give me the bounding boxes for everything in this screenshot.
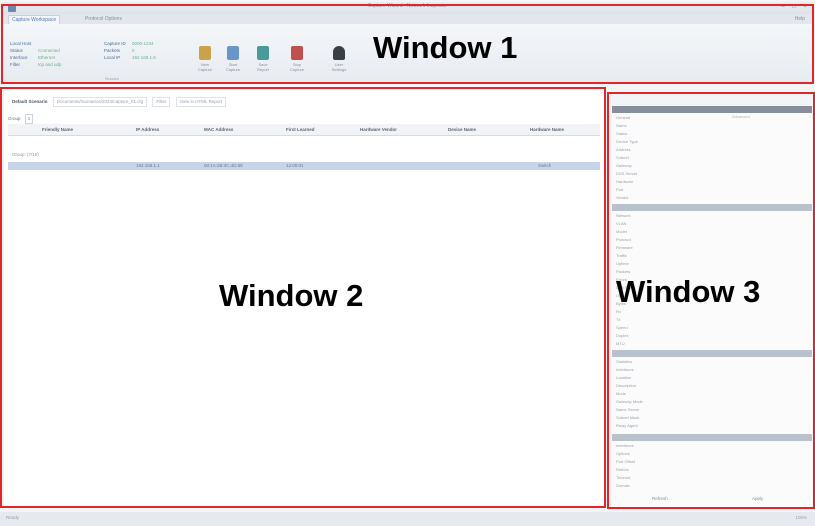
window-2-label: Window 2 [219,278,364,313]
window-3-label: Window 3 [616,274,761,309]
zoom-level: 100% [795,515,807,520]
window-1-label: Window 1 [373,30,518,65]
status-text: Ready [6,515,20,520]
status-bar: Ready 100% [0,512,815,526]
